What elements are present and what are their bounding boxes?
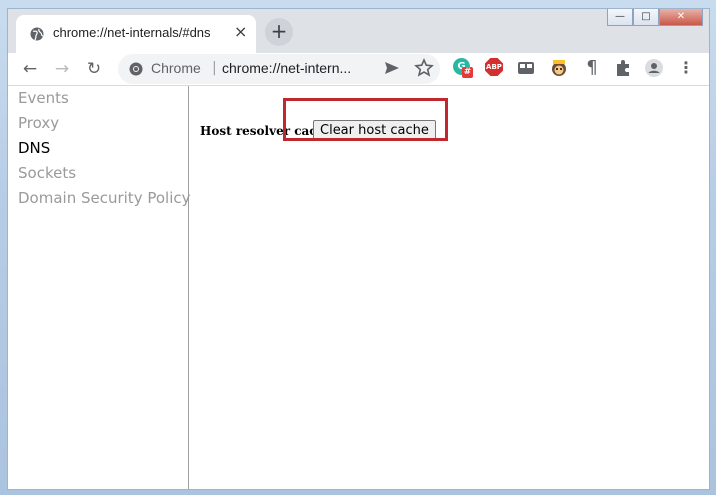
browser-toolbar: ← → ↻ Chrome | chrome://net-intern... G … [8, 53, 709, 85]
adblock-plus-extension-icon[interactable]: ABP [485, 58, 505, 78]
forward-button[interactable]: → [50, 57, 74, 81]
sidebar-item-domain-security-policy[interactable]: Domain Security Policy [18, 189, 191, 207]
tampermonkey-extension-icon[interactable] [549, 58, 569, 78]
sidebar-item-events[interactable]: Events [18, 89, 69, 107]
chrome-menu-icon[interactable]: ⋮ [676, 58, 696, 78]
address-bar[interactable]: Chrome | chrome://net-intern... [118, 54, 440, 84]
new-tab-button[interactable]: + [265, 18, 293, 46]
sidebar-item-sockets[interactable]: Sockets [18, 164, 76, 182]
chrome-logo-icon [129, 62, 143, 76]
send-tab-icon[interactable] [382, 58, 402, 78]
page-content: Events Proxy DNS Sockets Domain Security… [8, 86, 709, 489]
tab-strip: chrome://net-internals/#dns × + — □ ✕ [8, 9, 709, 53]
url-separator: | [212, 60, 217, 76]
net-internals-sidebar: Events Proxy DNS Sockets Domain Security… [8, 86, 191, 489]
extensions-puzzle-icon[interactable] [613, 58, 633, 78]
globe-icon [30, 27, 44, 41]
close-window-button[interactable]: ✕ [659, 9, 703, 26]
tab-close-icon[interactable]: × [234, 24, 247, 40]
tab-title: chrome://net-internals/#dns [53, 25, 211, 40]
back-button[interactable]: ← [18, 57, 42, 81]
sidebar-item-proxy[interactable]: Proxy [18, 114, 59, 132]
tab-manager-extension-icon[interactable] [516, 58, 536, 78]
url-text[interactable]: chrome://net-intern... [222, 60, 351, 76]
grammarly-extension-icon[interactable]: G # [453, 58, 473, 78]
clear-host-cache-button[interactable]: Clear host cache [313, 120, 436, 141]
bookmark-star-icon[interactable] [413, 57, 435, 79]
browser-window: chrome://net-internals/#dns × + — □ ✕ ← … [7, 8, 710, 490]
pilcrow-extension-icon[interactable]: ¶ [582, 58, 602, 78]
reload-button[interactable]: ↻ [82, 57, 106, 81]
grammarly-badge: # [462, 67, 473, 78]
tab-net-internals[interactable]: chrome://net-internals/#dns × [16, 15, 256, 53]
site-label: Chrome [151, 60, 201, 76]
window-controls: — □ ✕ [607, 9, 703, 27]
abp-label: ABP [485, 58, 503, 76]
maximize-button[interactable]: □ [633, 9, 659, 26]
minimize-button[interactable]: — [607, 9, 633, 26]
dns-panel: Host resolver cache Clear host cache [190, 86, 709, 489]
sidebar-item-dns[interactable]: DNS [18, 139, 50, 157]
profile-avatar-icon[interactable] [644, 58, 664, 78]
